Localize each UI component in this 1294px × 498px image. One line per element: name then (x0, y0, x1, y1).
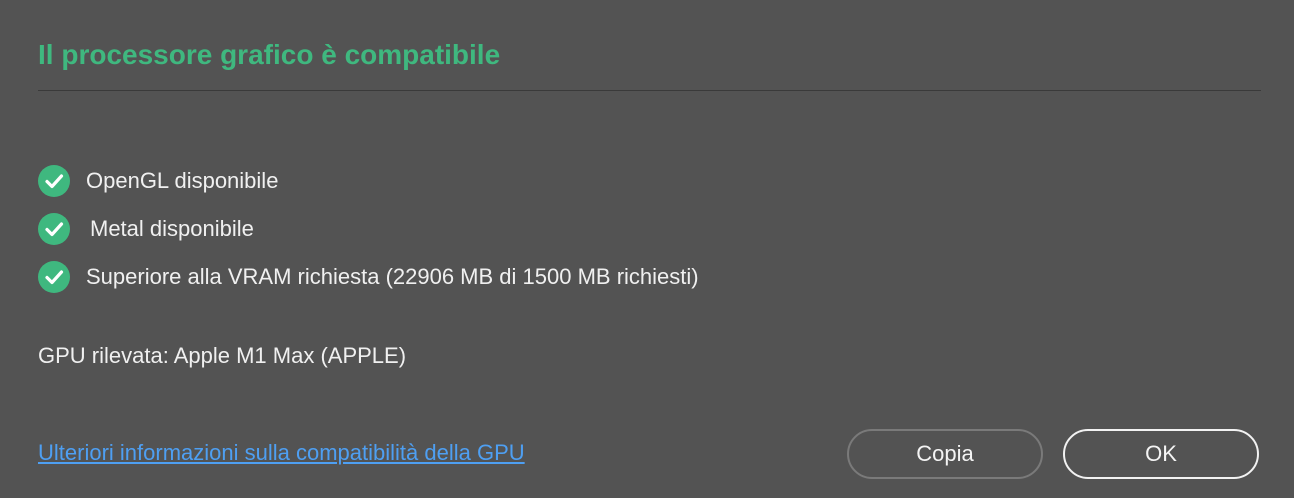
compatibility-checks-list: OpenGL disponibile Metal disponibile Sup… (38, 157, 699, 301)
gpu-compatibility-dialog: Il processore grafico è compatibile Open… (0, 0, 1294, 498)
check-item-vram: Superiore alla VRAM richiesta (22906 MB … (38, 253, 699, 301)
title-divider (38, 90, 1261, 91)
check-item-metal: Metal disponibile (38, 205, 699, 253)
check-item-label: Superiore alla VRAM richiesta (22906 MB … (86, 264, 699, 289)
check-item-label: OpenGL disponibile (86, 168, 279, 193)
dialog-title: Il processore grafico è compatibile (38, 39, 501, 70)
gpu-compatibility-info-link[interactable]: Ulteriori informazioni sulla compatibili… (38, 440, 525, 466)
ok-button[interactable]: OK (1063, 429, 1259, 479)
check-circle-icon (38, 261, 70, 293)
check-item-opengl: OpenGL disponibile (38, 157, 699, 205)
check-circle-icon (38, 213, 70, 245)
check-circle-icon (38, 165, 70, 197)
check-item-label: Metal disponibile (90, 216, 254, 241)
copy-button[interactable]: Copia (847, 429, 1043, 479)
gpu-detected-text: GPU rilevata: Apple M1 Max (APPLE) (38, 343, 407, 368)
